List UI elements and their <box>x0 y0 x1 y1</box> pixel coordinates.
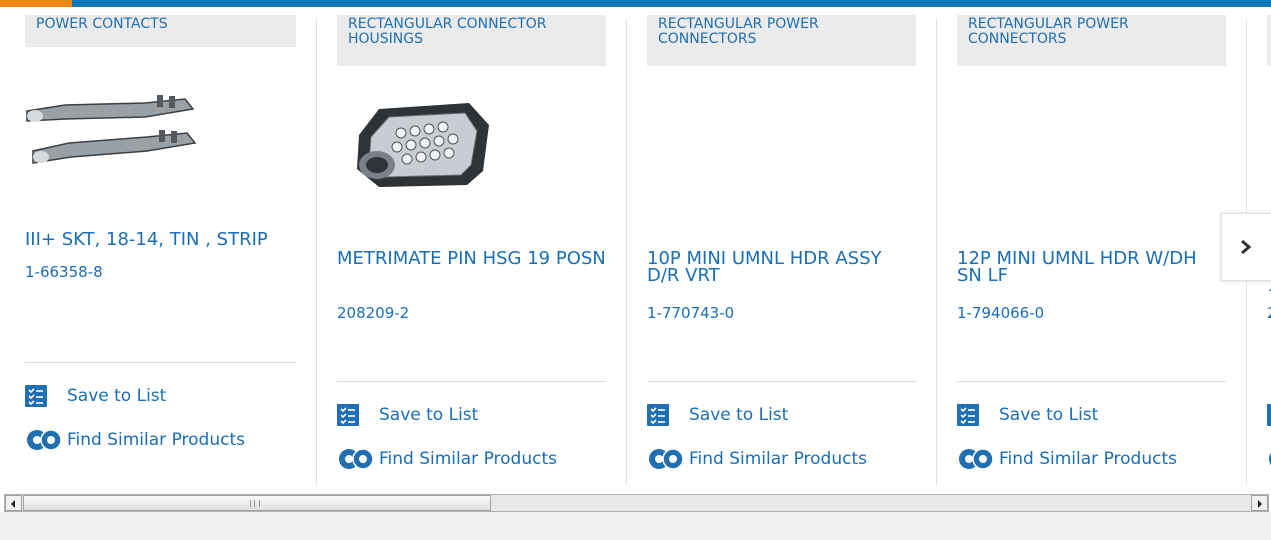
find-similar-products-button[interactable] <box>1267 446 1271 472</box>
find-similar-label: Find Similar Products <box>379 449 557 469</box>
product-card: RECTANGULAR POWER CONNECTORS 12P MINI UM… <box>957 7 1226 485</box>
product-title[interactable]: 10P MINI UMNL HDR ASSY D/R VRT <box>647 250 916 285</box>
find-similar-products-button[interactable]: Find Similar Products <box>957 446 1177 472</box>
product-card: RECTANGULAR CONNECTOR HOUSINGS METRIMATE… <box>337 7 606 485</box>
checklist-icon <box>25 385 47 407</box>
gears-icon <box>1267 446 1271 472</box>
find-similar-label: Find Similar Products <box>999 449 1177 469</box>
category-tag[interactable]: RECTANGULAR POWER CONNECTORS <box>647 15 916 66</box>
card-separator <box>936 19 937 485</box>
find-similar-label: Find Similar Products <box>689 449 867 469</box>
checklist-icon <box>1267 404 1271 426</box>
part-number[interactable]: 1-66358-8 <box>25 263 103 281</box>
connector-housing-image[interactable] <box>349 95 493 195</box>
save-to-list-label: Save to List <box>67 386 167 406</box>
category-tag[interactable]: RECTANGULAR CONNECTOR HOUSINGS <box>337 15 606 66</box>
part-number[interactable]: 1-770743-0 <box>647 304 734 322</box>
gears-icon <box>25 427 63 453</box>
checklist-icon <box>647 404 669 426</box>
scroll-left-button[interactable] <box>5 495 22 511</box>
save-to-list-button[interactable]: Save to List <box>337 404 478 426</box>
card-separator <box>626 19 627 485</box>
save-to-list-label: Save to List <box>689 405 789 425</box>
save-to-list-label: Save to List <box>999 405 1099 425</box>
card-divider <box>647 381 916 382</box>
product-card: RECTANGULAR POWER CONNECTORS 10P MINI UM… <box>647 7 916 485</box>
scrollbar-thumb[interactable] <box>23 495 491 511</box>
product-title[interactable]: 12P MINI UMNL HDR W/DH SN LF <box>957 250 1226 285</box>
power-contacts-image[interactable] <box>25 95 201 179</box>
find-similar-label: Find Similar Products <box>67 430 245 450</box>
horizontal-scrollbar[interactable] <box>4 494 1269 512</box>
part-number[interactable]: 208209-2 <box>337 304 409 322</box>
card-divider <box>25 362 296 363</box>
top-accent-orange <box>0 0 72 7</box>
category-tag[interactable] <box>1267 15 1271 66</box>
part-number[interactable]: 1-794066-0 <box>957 304 1044 322</box>
product-title[interactable]: METRIMATE PIN HSG 19 POSN <box>337 250 606 268</box>
gears-icon <box>647 446 685 472</box>
gears-icon <box>337 446 375 472</box>
save-to-list-button[interactable]: Save to List <box>957 404 1098 426</box>
checklist-icon <box>337 404 359 426</box>
top-accent-bar <box>0 0 1271 7</box>
scroll-right-button[interactable] <box>1251 495 1268 511</box>
find-similar-products-button[interactable]: Find Similar Products <box>647 446 867 472</box>
footer-area <box>0 512 1271 540</box>
category-tag[interactable]: POWER CONTACTS <box>25 15 296 47</box>
checklist-icon <box>957 404 979 426</box>
save-to-list-button[interactable]: Save to List <box>647 404 788 426</box>
carousel-viewport: POWER CONTACTS III+ SKT, 18-14, TIN , ST… <box>0 7 1271 485</box>
product-title[interactable]: III+ SKT, 18-14, TIN , STRIP <box>25 231 296 249</box>
part-number[interactable]: 2 <box>1267 304 1271 322</box>
find-similar-products-button[interactable]: Find Similar Products <box>25 427 245 453</box>
card-separator <box>316 19 317 485</box>
save-to-list-button[interactable]: Save to List <box>25 385 166 407</box>
save-to-list-button[interactable] <box>1267 404 1271 426</box>
find-similar-products-button[interactable]: Find Similar Products <box>337 446 557 472</box>
category-tag[interactable]: RECTANGULAR POWER CONNECTORS <box>957 15 1226 66</box>
product-card: POWER CONTACTS III+ SKT, 18-14, TIN , ST… <box>25 7 296 485</box>
card-divider <box>337 381 606 382</box>
card-divider <box>957 381 1226 382</box>
carousel-next-button[interactable] <box>1221 213 1271 281</box>
save-to-list-label: Save to List <box>379 405 479 425</box>
gears-icon <box>957 446 995 472</box>
scrollbar-grip <box>250 500 260 507</box>
